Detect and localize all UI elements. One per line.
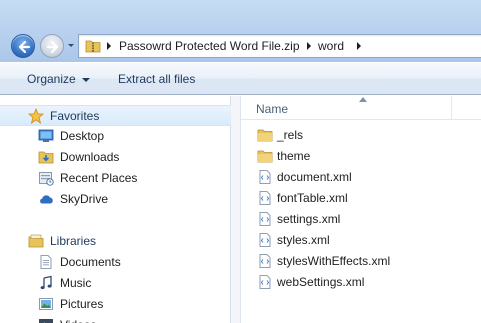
nav-item-label: Recent Places <box>60 171 138 185</box>
desktop-icon <box>38 129 54 142</box>
column-header-name[interactable]: Name <box>256 96 288 122</box>
list-item-fonttable-xml[interactable]: fontTable.xml <box>241 188 481 209</box>
xml-file-icon <box>259 212 271 226</box>
skydrive-cloud-icon <box>40 195 53 204</box>
forward-arrow-icon <box>46 40 59 54</box>
list-item-settings-xml[interactable]: settings.xml <box>241 209 481 230</box>
forward-button[interactable] <box>40 34 64 58</box>
column-header-row: Name <box>241 96 481 120</box>
nav-item-label: Desktop <box>60 129 105 143</box>
nav-item-label: Pictures <box>60 297 104 311</box>
nav-item-recent-places[interactable]: Recent Places <box>0 168 231 189</box>
xml-file-icon <box>259 275 271 289</box>
file-name: webSettings.xml <box>277 275 365 289</box>
command-bar: Organize Extract all files <box>0 62 481 95</box>
folder-icon <box>257 129 273 142</box>
nav-group-favorites[interactable]: Favorites <box>0 105 231 126</box>
nav-item-documents[interactable]: Documents <box>0 252 231 273</box>
music-icon <box>40 275 52 290</box>
nav-item-videos[interactable]: Videos <box>0 315 231 323</box>
nav-item-label: SkyDrive <box>60 192 109 206</box>
file-name: _rels <box>277 128 304 142</box>
organize-label: Organize <box>27 72 76 86</box>
breadcrumb-chevron-icon[interactable] <box>355 42 363 50</box>
libraries-icon <box>28 234 44 248</box>
list-item-theme-folder[interactable]: theme <box>241 146 481 167</box>
pane-splitter[interactable] <box>231 96 241 323</box>
nav-item-music[interactable]: Music <box>0 273 231 294</box>
file-name: styles.xml <box>277 233 330 247</box>
column-divider[interactable] <box>451 96 452 120</box>
back-button[interactable] <box>11 34 35 58</box>
title-bar: Passowrd Protected Word File.zip word <box>0 0 481 62</box>
file-name: stylesWithEffects.xml <box>277 254 391 268</box>
nav-group-libraries[interactable]: Libraries <box>0 231 231 252</box>
back-arrow-icon <box>18 40 31 54</box>
xml-file-icon <box>259 254 271 268</box>
file-name: document.xml <box>277 170 352 184</box>
nav-item-label: Downloads <box>60 150 120 164</box>
list-item-websettings-xml[interactable]: webSettings.xml <box>241 272 481 293</box>
address-bar[interactable]: Passowrd Protected Word File.zip word <box>78 34 481 58</box>
xml-file-icon <box>259 191 271 205</box>
recent-places-icon <box>39 172 54 186</box>
navigation-pane: Favorites Desktop Downloads Recent Place… <box>0 96 231 323</box>
list-item-document-xml[interactable]: document.xml <box>241 167 481 188</box>
xml-file-icon <box>259 170 271 184</box>
file-name: theme <box>277 149 311 163</box>
organize-button[interactable]: Organize <box>27 63 90 95</box>
file-name: settings.xml <box>277 212 341 226</box>
list-item-styles-xml[interactable]: styles.xml <box>241 230 481 251</box>
list-item-styleswitheffects-xml[interactable]: stylesWithEffects.xml <box>241 251 481 272</box>
star-icon <box>28 108 44 124</box>
breadcrumb-zip-file[interactable]: Passowrd Protected Word File.zip <box>119 35 300 57</box>
file-list-pane: Name _rels theme document.xml fontTable.… <box>241 96 481 323</box>
nav-item-downloads[interactable]: Downloads <box>0 147 231 168</box>
downloads-folder-icon <box>38 151 54 164</box>
list-item-rels-folder[interactable]: _rels <box>241 125 481 146</box>
breadcrumb-word-folder[interactable]: word <box>318 35 344 57</box>
extract-all-files-button[interactable]: Extract all files <box>118 63 195 95</box>
nav-item-pictures[interactable]: Pictures <box>0 294 231 315</box>
breadcrumb-chevron-icon[interactable] <box>105 42 113 50</box>
recent-pages-dropdown-icon[interactable] <box>66 41 76 51</box>
chevron-down-icon <box>81 77 90 82</box>
breadcrumb-chevron-icon[interactable] <box>305 42 313 50</box>
file-name: fontTable.xml <box>277 191 348 205</box>
zip-folder-icon <box>85 40 101 53</box>
folder-icon <box>257 150 273 163</box>
pictures-icon <box>39 298 53 310</box>
xml-file-icon <box>259 233 271 247</box>
nav-item-label: Documents <box>60 255 121 269</box>
documents-icon <box>40 255 52 269</box>
nav-item-desktop[interactable]: Desktop <box>0 126 231 147</box>
sort-ascending-icon <box>359 97 367 102</box>
videos-icon <box>39 319 53 323</box>
nav-item-label: Music <box>60 276 92 290</box>
nav-group-label: Libraries <box>50 234 97 248</box>
nav-item-label: Videos <box>60 315 96 323</box>
nav-group-label: Favorites <box>50 109 100 123</box>
nav-item-skydrive[interactable]: SkyDrive <box>0 189 231 210</box>
